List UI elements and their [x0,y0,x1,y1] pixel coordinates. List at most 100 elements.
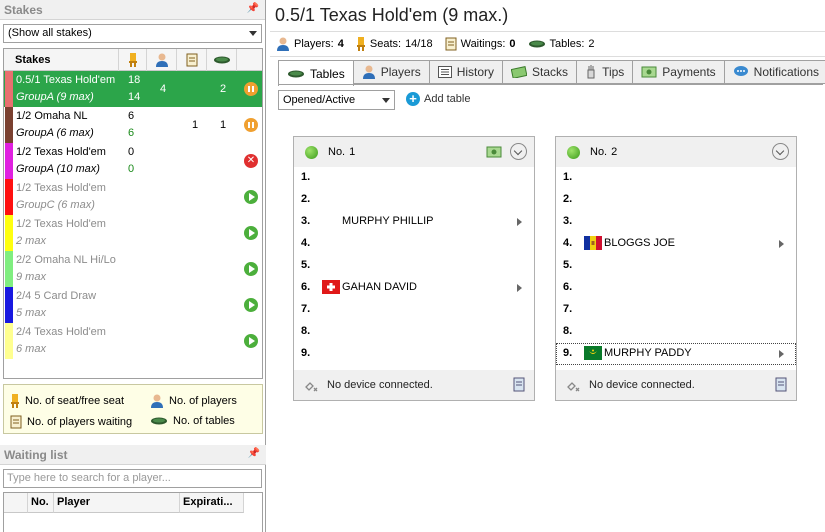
swiss-flag-icon [322,280,340,294]
player-icon [362,65,375,79]
stake-row[interactable]: 1/2 Texas Hold'em GroupA (10 max) 0 0 ✕ [4,143,262,179]
stakes-grid-header: Stakes [4,49,262,71]
col-expiration[interactable]: Expirati... [180,493,244,513]
col-player[interactable]: Player [54,493,180,513]
players-column-icon[interactable] [147,49,177,71]
expand-arrow-icon[interactable] [517,218,522,226]
seat-row[interactable]: 8. [294,321,534,343]
tables-column-icon[interactable] [207,49,237,71]
seat-row[interactable]: 9. [294,343,534,365]
seat-row[interactable]: 4. [294,233,534,255]
seat-row[interactable]: 2. [556,189,796,211]
main-panel: 0.5/1 Texas Hold'em (9 max.) Players: 4 … [270,0,825,532]
seat-row[interactable]: 5. [294,255,534,277]
stake-color-bar [5,323,13,359]
collapse-chevron-icon[interactable] [772,143,789,160]
tab-tips[interactable]: Tips [577,60,634,84]
table-status-select[interactable]: Opened/Active [278,90,395,110]
main-tabs: Tables Players History Stacks Tips Payme… [278,60,825,86]
seat-column-icon[interactable] [119,49,147,71]
tab-players[interactable]: Players [353,60,430,84]
play-icon[interactable] [244,298,258,312]
stake-row[interactable]: 2/4 Texas Hold'em 6 max [4,323,262,359]
seat-row[interactable]: 6. [556,277,796,299]
stake-players: 4 [160,83,167,95]
tab-label: Payments [662,65,716,79]
tab-stacks[interactable]: Stacks [503,60,578,84]
seat-row[interactable]: 5. [556,255,796,277]
stake-row[interactable]: 2/2 Omaha NL Hi/Lo 9 max [4,251,262,287]
table-card: No. 1 1. 2. 3. MURPHY PHILLIP 4. 5. 6. GA… [293,136,535,401]
add-table-button[interactable]: + Add table [406,92,470,106]
disconnected-icon [567,382,580,392]
expand-arrow-icon[interactable] [517,284,522,292]
col-no[interactable]: No. [28,493,54,513]
stake-row[interactable]: 1/2 Omaha NL GroupA (6 max) 6 6 1 1 [4,107,262,143]
stat-seats: Seats: 14/18 [356,37,433,51]
table-card-footer: No device connected. [294,370,534,400]
player-name: BLOGGS JOE [604,237,675,249]
pause-icon[interactable] [244,82,258,96]
stake-free-seats: 0 [128,163,135,175]
waiting-panel-title: Waiting list 📌 [0,445,266,465]
legend-players: No. of players [150,394,237,408]
seat-row[interactable]: 6. GAHAN DAVID [294,277,534,299]
play-icon[interactable] [244,262,258,276]
legend-seat-label: No. of seat/free seat [25,395,125,407]
waiting-icon [445,37,457,51]
stake-row[interactable]: 1/2 Texas Hold'em 2 max [4,215,262,251]
stake-color-bar [5,179,13,215]
seat-icon [356,37,365,51]
seat-row[interactable]: 3. MURPHY PHILLIP [294,211,534,233]
stake-color-bar [5,251,13,287]
stake-row[interactable]: 2/4 5 Card Draw 5 max [4,287,262,323]
tab-payments[interactable]: Payments [633,60,725,84]
pause-icon[interactable] [244,118,258,132]
play-icon[interactable] [244,190,258,204]
stake-group: GroupA (6 max) [16,127,94,139]
seat-row[interactable]: 4. BLOGGS JOE [556,233,796,255]
waiting-title-text: Waiting list [4,448,68,462]
stake-name: 0.5/1 Texas Hold'em [16,74,116,86]
player-name: GAHAN DAVID [342,281,417,293]
stake-tables: 1 [220,119,227,131]
stat-seats-label: Seats: [369,38,402,50]
stakes-filter-select[interactable]: (Show all stakes) [3,24,262,43]
seat-row[interactable]: 1. [294,167,534,189]
stop-icon[interactable]: ✕ [244,154,258,168]
player-name: MURPHY PHILLIP [342,215,434,227]
player-name: MURPHY PADDY [604,347,692,359]
pin-icon[interactable]: 📌 [248,448,260,459]
seat-row[interactable]: 9. MURPHY PADDY [556,343,796,365]
seat-row[interactable]: 1. [556,167,796,189]
tab-notifications[interactable]: Notifications [724,60,825,84]
play-icon[interactable] [244,334,258,348]
stat-players-value: 4 [337,38,344,50]
tab-tables[interactable]: Tables [278,60,354,86]
player-search-input[interactable]: Type here to search for a player... [3,469,262,488]
table-card-header: No. 1 [294,137,534,167]
seat-row[interactable]: 7. [294,299,534,321]
waiting-column-icon[interactable] [177,49,207,71]
play-icon[interactable] [244,226,258,240]
stake-color-bar [5,215,13,251]
collapse-chevron-icon[interactable] [510,143,527,160]
tab-history[interactable]: History [429,60,504,84]
stake-seats: 6 [128,110,135,122]
waiting-grid: No. Player Expirati... [3,492,263,532]
table-status-value: Opened/Active [283,94,356,106]
stakes-column-header[interactable]: Stakes [4,49,119,71]
seat-row[interactable]: 3. [556,211,796,233]
expand-arrow-icon[interactable] [779,240,784,248]
seat-row[interactable]: 7. [556,299,796,321]
seat-row[interactable]: 2. [294,189,534,211]
player-icon [151,394,163,408]
stake-row[interactable]: 0.5/1 Texas Hold'em GroupA (9 max) 18 14… [4,71,262,107]
expand-arrow-icon[interactable] [779,350,784,358]
stake-row[interactable]: 1/2 Texas Hold'em GroupC (6 max) [4,179,262,215]
pin-icon[interactable]: 📌 [247,3,259,14]
device-status: No device connected. [589,379,695,391]
seat-row[interactable]: 8. [556,321,796,343]
table-icon [528,40,545,48]
tab-label: Notifications [753,65,820,79]
